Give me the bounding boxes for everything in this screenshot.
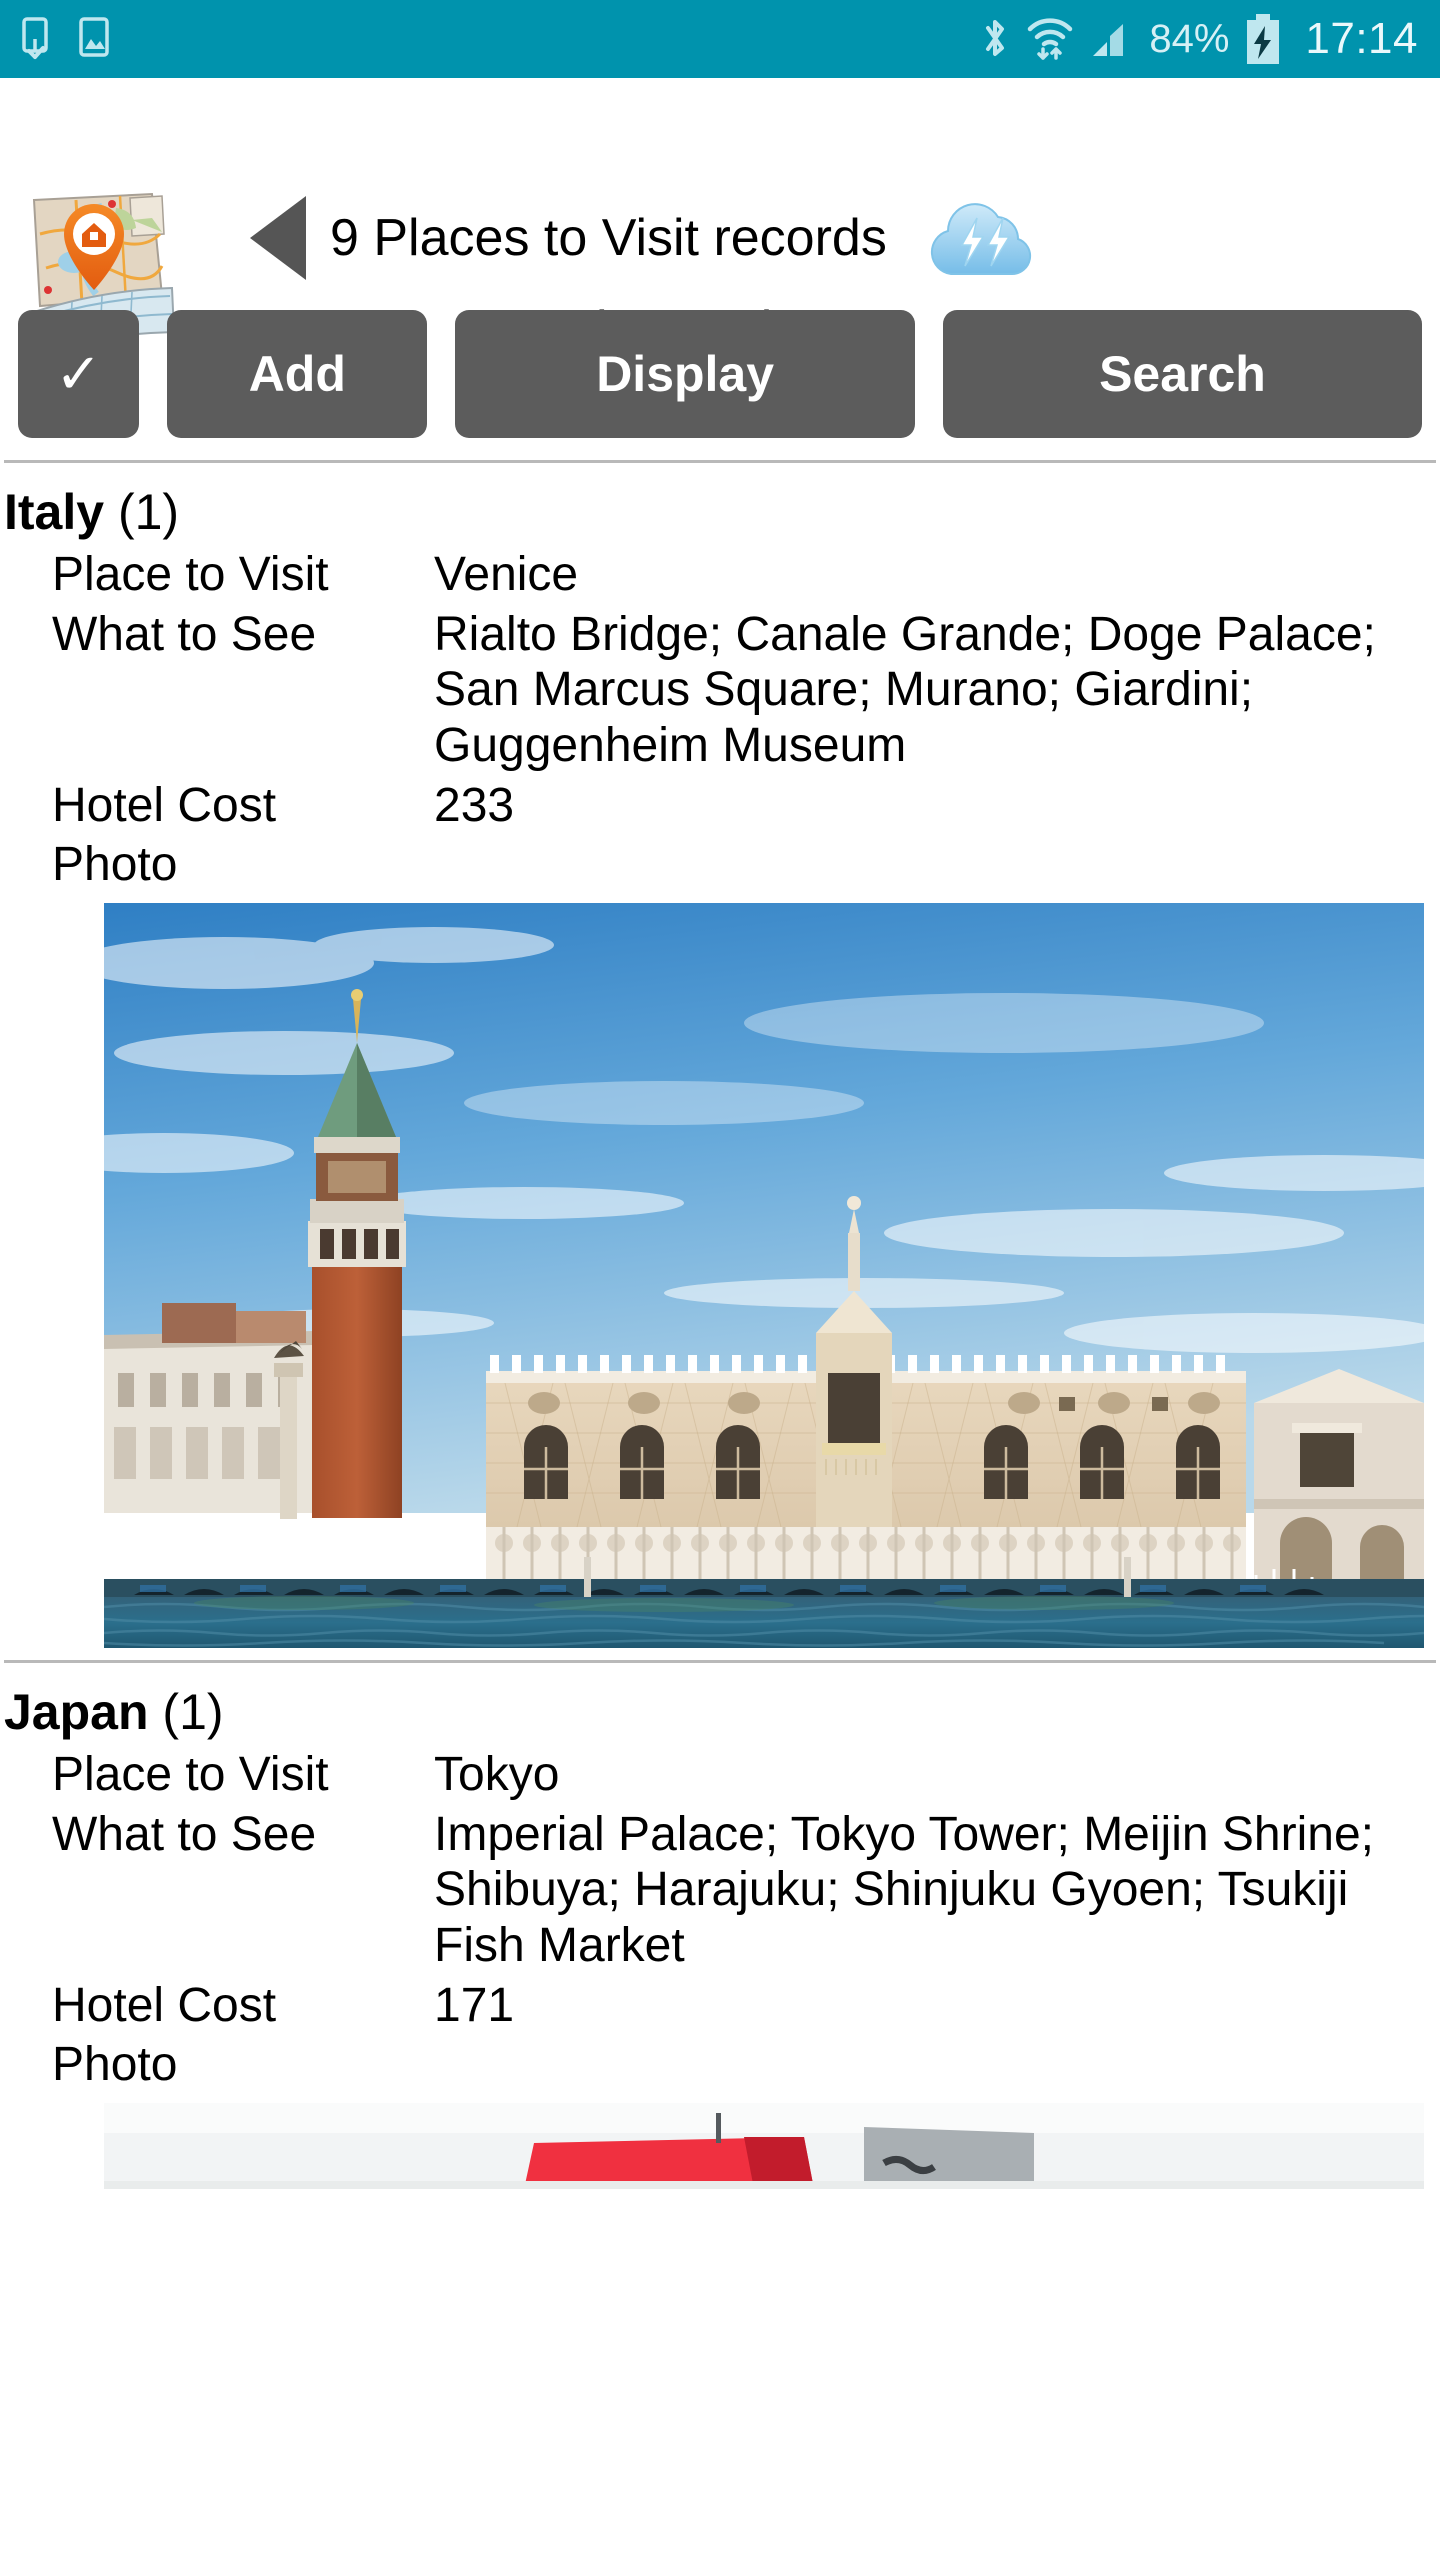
field-label-photo: Photo bbox=[52, 838, 178, 892]
group-name: Japan bbox=[4, 1684, 149, 1741]
page-title: 9 Places to Visit records bbox=[330, 209, 887, 267]
field-label: What to See bbox=[52, 1807, 317, 1861]
group-header-italy[interactable]: Italy (1) bbox=[0, 477, 1440, 545]
field-what-to-see[interactable]: What to See Rialto Bridge; Canale Grande… bbox=[0, 605, 1440, 776]
battery-charging-icon bbox=[1247, 14, 1280, 64]
field-value: Imperial Palace; Tokyo Tower; Meijin Shr… bbox=[434, 1807, 1374, 1973]
wifi-icon bbox=[1028, 18, 1073, 60]
photo-container-tokyo[interactable] bbox=[0, 2097, 1440, 2190]
group-italy: Italy (1) Place to Visit Venice What to … bbox=[0, 463, 1440, 1649]
cloud-sync-icon[interactable] bbox=[921, 190, 1041, 286]
bluetooth-icon bbox=[986, 20, 1005, 56]
field-label-photo: Photo bbox=[52, 2038, 178, 2092]
field-what-to-see[interactable]: What to See Imperial Palace; Tokyo Tower… bbox=[0, 1805, 1440, 1976]
group-name: Italy bbox=[4, 484, 105, 540]
app-header: 9 Places to Visit records Places List bbox=[0, 78, 1440, 359]
field-label: What to See bbox=[52, 607, 317, 661]
screenshot-image-icon bbox=[79, 17, 109, 57]
clock: 17:14 bbox=[1305, 14, 1418, 63]
search-button[interactable]: Search bbox=[942, 310, 1423, 438]
back-arrow-icon[interactable] bbox=[250, 196, 306, 280]
download-complete-icon bbox=[22, 17, 48, 59]
cellular-signal-icon bbox=[1093, 24, 1124, 56]
add-button[interactable]: Add bbox=[167, 310, 428, 438]
field-place-to-visit[interactable]: Place to Visit Venice bbox=[0, 545, 1440, 605]
header-title-row: 9 Places to Visit records bbox=[250, 190, 1041, 286]
field-value: Venice bbox=[434, 548, 579, 601]
group-header-japan[interactable]: Japan (1) bbox=[0, 1677, 1440, 1745]
field-value: Tokyo bbox=[434, 1748, 560, 1802]
venice-doge-palace-photo[interactable] bbox=[104, 903, 1424, 1649]
field-label: Place to Visit bbox=[52, 1748, 329, 1802]
group-japan: Japan (1) Place to Visit Tokyo What to S… bbox=[0, 1663, 1440, 2190]
tokyo-skyline-photo[interactable] bbox=[104, 2103, 1424, 2190]
status-bar: 84% 17:14 bbox=[0, 0, 1440, 78]
field-place-to-visit[interactable]: Place to Visit Tokyo bbox=[0, 1745, 1440, 1805]
field-label: Place to Visit bbox=[52, 548, 329, 601]
photo-container-venice[interactable] bbox=[0, 897, 1440, 1649]
field-value: Rialto Bridge; Canale Grande; Doge Palac… bbox=[434, 607, 1376, 773]
battery-percent: 84% bbox=[1149, 16, 1230, 61]
field-label: Hotel Cost bbox=[52, 1978, 277, 2032]
confirm-button[interactable]: ✓ bbox=[18, 310, 140, 438]
field-hotel-cost[interactable]: Hotel Cost 233 bbox=[0, 776, 1440, 836]
field-value: 171 bbox=[434, 1978, 515, 2032]
field-hotel-cost[interactable]: Hotel Cost 171 bbox=[0, 1976, 1440, 2036]
action-toolbar: ✓ Add Display Search bbox=[0, 296, 1440, 448]
notification-icons bbox=[22, 17, 112, 61]
system-status-icons: 84% 17:14 bbox=[979, 13, 1418, 65]
group-count: (1) bbox=[162, 1684, 224, 1741]
field-value: 233 bbox=[434, 778, 515, 832]
field-label: Hotel Cost bbox=[52, 778, 277, 832]
group-count: (1) bbox=[117, 484, 180, 540]
display-button[interactable]: Display bbox=[455, 310, 915, 438]
